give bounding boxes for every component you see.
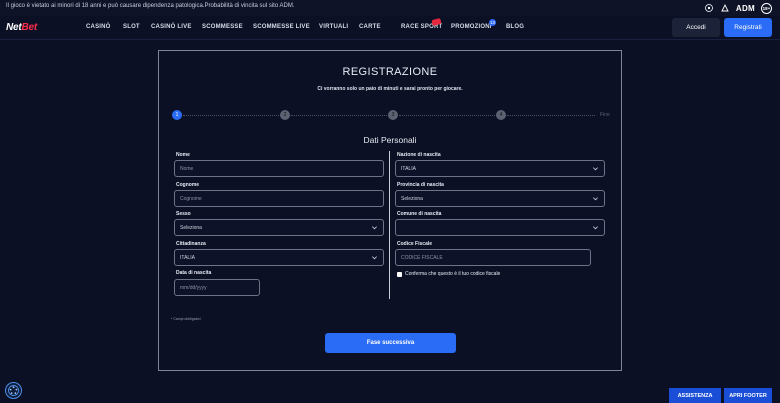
cittadinanza-label: Cittadinanza bbox=[176, 241, 206, 247]
age-18-badge: 18+ bbox=[761, 2, 772, 14]
step-4: 4 bbox=[496, 110, 506, 120]
nazione-select[interactable]: ITALIA bbox=[395, 160, 605, 177]
nav-casino[interactable]: CASINÒ bbox=[86, 24, 111, 30]
data-nascita-field[interactable]: mm/dd/yyyy bbox=[174, 279, 260, 296]
chevron-down-icon bbox=[371, 254, 378, 261]
nav-scommesse[interactable]: SCOMMESSE bbox=[202, 24, 243, 30]
provincia-select[interactable]: Seleziona bbox=[395, 190, 605, 207]
cognome-label: Cognome bbox=[176, 182, 200, 188]
cognome-placeholder: Cognome bbox=[180, 196, 202, 202]
chevron-down-icon bbox=[592, 165, 599, 172]
netbet-logo[interactable]: NetBet bbox=[6, 22, 37, 33]
step-connector bbox=[183, 115, 281, 116]
column-divider bbox=[389, 151, 390, 299]
step-connector bbox=[291, 115, 389, 116]
codice-fiscale-label: Codice Fiscale bbox=[397, 241, 433, 247]
nav-promozioni[interactable]: PROMOZIONI bbox=[451, 24, 492, 30]
cognome-field[interactable]: Cognome bbox=[174, 190, 384, 207]
chevron-down-icon bbox=[592, 195, 599, 202]
register-button[interactable]: Registrati bbox=[724, 18, 772, 37]
next-step-button[interactable]: Fase successiva bbox=[325, 333, 456, 353]
registration-panel: REGISTRAZIONE Ci vorranno solo un paio d… bbox=[158, 50, 622, 371]
warning-bar: Il gioco è vietato ai minori di 18 anni … bbox=[0, 0, 780, 16]
government-emblem-icon bbox=[704, 3, 714, 13]
step-2: 2 bbox=[280, 110, 290, 120]
provincia-value: Seleziona bbox=[401, 196, 423, 202]
main-nav: NetBet CASINÒ SLOT CASINÒ LIVE SCOMMESSE… bbox=[0, 16, 780, 40]
progress-stepper: 1 2 3 4 Fine bbox=[171, 109, 611, 121]
adm-icons: ADM 18+ bbox=[704, 2, 772, 14]
nav-scommesse-live[interactable]: SCOMMESSE LIVE bbox=[253, 24, 310, 30]
page-subtitle: Ci vorranno solo un paio di minuti e sar… bbox=[317, 86, 463, 92]
adm-logo-icon bbox=[720, 3, 730, 13]
codice-fiscale-placeholder: CODICE FISCALE bbox=[401, 255, 443, 261]
step-1: 1 bbox=[172, 110, 182, 120]
logo-bet: Bet bbox=[21, 22, 38, 33]
login-button[interactable]: Accedi bbox=[672, 18, 720, 37]
assistance-button[interactable]: ASSISTENZA bbox=[669, 388, 721, 403]
step-end-label: Fine bbox=[600, 112, 610, 118]
data-nascita-label: Data di nascita bbox=[176, 270, 212, 276]
nav-virtuali[interactable]: VIRTUALI bbox=[319, 24, 348, 30]
nav-blog[interactable]: BLOG bbox=[506, 24, 524, 30]
open-footer-button[interactable]: APRI FOOTER bbox=[724, 388, 772, 403]
sesso-label: Sesso bbox=[176, 211, 191, 217]
provincia-label: Provincia di nascita bbox=[397, 182, 444, 188]
adm-label: ADM bbox=[735, 3, 755, 13]
nav-slot[interactable]: SLOT bbox=[123, 24, 140, 30]
nazione-label: Nazione di nascita bbox=[397, 152, 441, 158]
codice-fiscale-field[interactable]: CODICE FISCALE bbox=[395, 249, 591, 266]
page-title: REGISTRAZIONE bbox=[342, 66, 438, 78]
warning-text: Il gioco è vietato ai minori di 18 anni … bbox=[6, 3, 295, 9]
nav-carte[interactable]: CARTE bbox=[359, 24, 381, 30]
nome-field[interactable]: Nome bbox=[174, 160, 384, 177]
step-connector bbox=[399, 115, 497, 116]
step-connector bbox=[507, 115, 595, 116]
comune-select[interactable] bbox=[395, 219, 605, 236]
comune-label: Comune di nascita bbox=[397, 211, 442, 217]
required-fields-note: * Campi obbligatori bbox=[171, 317, 201, 321]
step-3: 3 bbox=[388, 110, 398, 120]
confirm-codice-checkbox[interactable] bbox=[397, 272, 402, 277]
section-title: Dati Personali bbox=[363, 135, 417, 145]
data-nascita-placeholder: mm/dd/yyyy bbox=[180, 285, 207, 291]
sesso-select[interactable]: Seleziona bbox=[174, 219, 384, 236]
accessibility-icon[interactable] bbox=[5, 382, 22, 399]
nome-label: Nome bbox=[176, 152, 190, 158]
nav-casino-live[interactable]: CASINÒ LIVE bbox=[151, 24, 192, 30]
cittadinanza-value: ITALIA bbox=[180, 255, 195, 261]
nome-placeholder: Nome bbox=[180, 166, 194, 172]
logo-net: Net bbox=[6, 22, 22, 33]
sesso-value: Seleziona bbox=[180, 225, 202, 231]
cittadinanza-select[interactable]: ITALIA bbox=[174, 249, 384, 266]
chevron-down-icon bbox=[371, 224, 378, 231]
confirm-codice-label[interactable]: Conferma che questo è il tuo codice fisc… bbox=[405, 271, 500, 277]
chevron-down-icon bbox=[592, 224, 599, 231]
promo-count-badge: 13 bbox=[489, 19, 496, 26]
nazione-value: ITALIA bbox=[401, 166, 416, 172]
